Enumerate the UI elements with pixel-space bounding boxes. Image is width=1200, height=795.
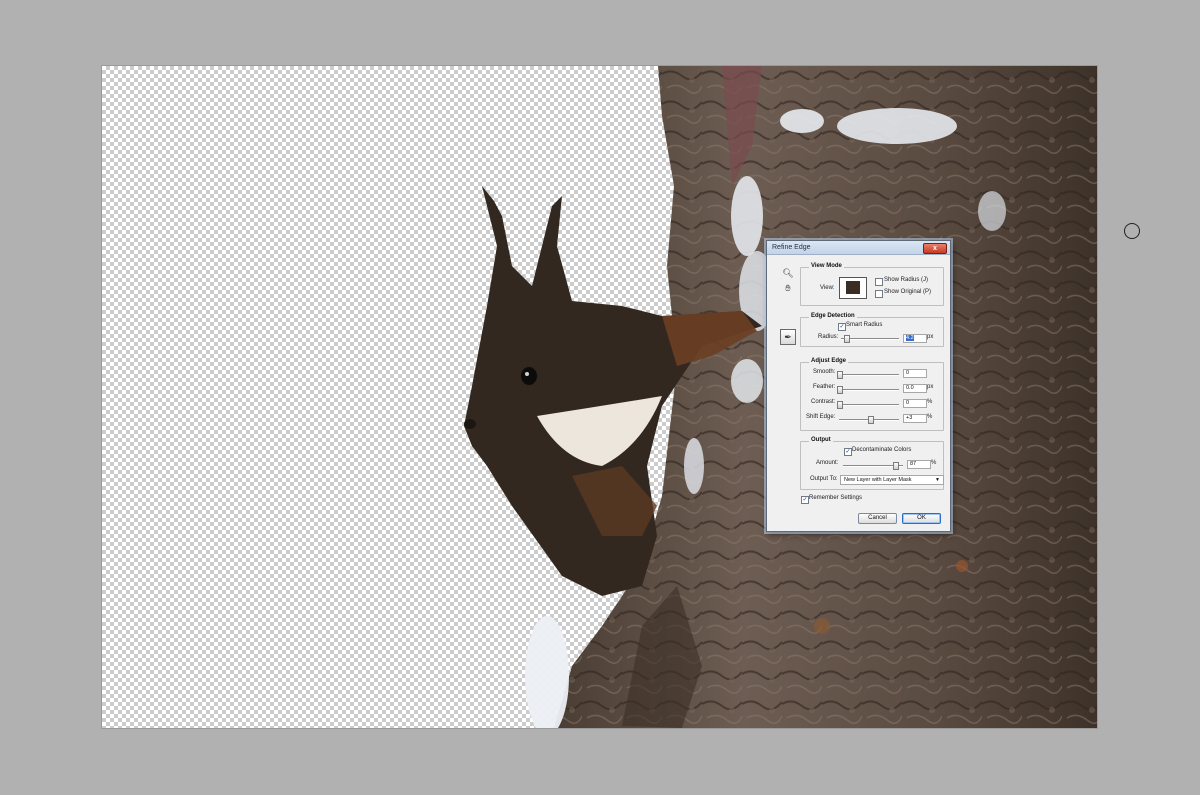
shift-edge-input[interactable]: +3	[903, 414, 927, 423]
contrast-unit: %	[927, 399, 933, 405]
output-to-select[interactable]: New Layer with Layer Mask ▼	[840, 475, 944, 485]
edge-detection-section: Edge Detection ✓ Smart Radius Radius: 4.…	[800, 313, 944, 347]
shift-edge-slider-thumb[interactable]	[867, 416, 874, 424]
contrast-input[interactable]: 0	[903, 399, 927, 408]
edge-detection-title: Edge Detection	[809, 313, 857, 319]
feather-slider-thumb[interactable]	[837, 386, 843, 394]
refine-radius-brush-icon[interactable]: ✒	[780, 329, 796, 345]
cancel-button[interactable]: Cancel	[858, 513, 897, 524]
contrast-slider-thumb[interactable]	[837, 401, 843, 409]
dialog-titlebar[interactable]: Refine Edge x	[767, 241, 950, 255]
smooth-label: Smooth:	[813, 369, 836, 375]
brush-cursor-icon	[1124, 223, 1140, 239]
show-original-checkbox[interactable]	[875, 290, 883, 298]
smart-radius-checkbox[interactable]: ✓	[838, 323, 846, 331]
dialog-body: 🔍︎ ✋︎ ✒ View Mode View: Show Radius (J) …	[768, 255, 949, 530]
shift-edge-unit: %	[927, 414, 933, 420]
magnifier-icon[interactable]: 🔍︎	[782, 267, 794, 279]
chevron-down-icon: ▼	[935, 477, 940, 483]
smart-radius-label: Smart Radius	[846, 322, 883, 328]
ok-button[interactable]: OK	[902, 513, 941, 524]
remember-settings-label: Remember Settings	[809, 495, 863, 501]
amount-slider-thumb[interactable]	[893, 462, 900, 470]
radius-slider[interactable]	[841, 338, 899, 340]
dialog-title: Refine Edge	[772, 244, 811, 251]
close-icon: x	[933, 245, 937, 252]
output-title: Output	[809, 437, 833, 443]
view-thumbnail	[846, 281, 860, 294]
remember-settings-checkbox[interactable]: ✓	[801, 496, 809, 504]
feather-unit: px	[927, 384, 934, 390]
feather-slider[interactable]	[839, 389, 899, 391]
adjust-edge-section: Adjust Edge Smooth: 0 Feather: 0.0 px Co…	[800, 358, 944, 431]
shift-edge-label: Shift Edge:	[806, 414, 836, 420]
hand-icon[interactable]: ✋︎	[782, 282, 794, 294]
radius-label: Radius:	[818, 334, 839, 340]
close-button[interactable]: x	[923, 243, 947, 254]
decontaminate-colors-checkbox[interactable]: ✓	[844, 448, 852, 456]
view-mode-title: View Mode	[809, 263, 844, 269]
view-mode-section: View Mode View: Show Radius (J) Show Ori…	[800, 263, 944, 306]
radius-input[interactable]: 4.2	[903, 334, 927, 343]
view-label: View:	[820, 285, 835, 291]
amount-unit: %	[931, 460, 937, 466]
smooth-input[interactable]: 0	[903, 369, 927, 378]
refine-edge-dialog[interactable]: Refine Edge x 🔍︎ ✋︎ ✒ View Mode View: Sh…	[766, 240, 951, 532]
radius-slider-thumb[interactable]	[843, 335, 850, 343]
output-section: Output ✓ Decontaminate Colors Amount: 87…	[800, 437, 944, 490]
show-original-label: Show Original (P)	[884, 289, 932, 295]
amount-label: Amount:	[816, 460, 839, 466]
contrast-label: Contrast:	[811, 399, 836, 405]
smooth-slider[interactable]	[839, 374, 899, 376]
radius-unit: px	[927, 334, 934, 340]
feather-label: Feather:	[813, 384, 836, 390]
view-mode-selector[interactable]	[839, 277, 867, 299]
radius-value: 4.2	[906, 335, 914, 341]
amount-input[interactable]: 87	[907, 460, 931, 469]
contrast-slider[interactable]	[839, 404, 899, 406]
adjust-edge-title: Adjust Edge	[809, 358, 849, 364]
output-to-value: New Layer with Layer Mask	[844, 477, 912, 483]
show-radius-label: Show Radius (J)	[884, 277, 929, 283]
decontaminate-colors-label: Decontaminate Colors	[852, 447, 912, 453]
output-to-label: Output To:	[810, 476, 838, 482]
smooth-slider-thumb[interactable]	[837, 371, 843, 379]
show-radius-checkbox[interactable]	[875, 278, 883, 286]
feather-input[interactable]: 0.0	[903, 384, 927, 393]
